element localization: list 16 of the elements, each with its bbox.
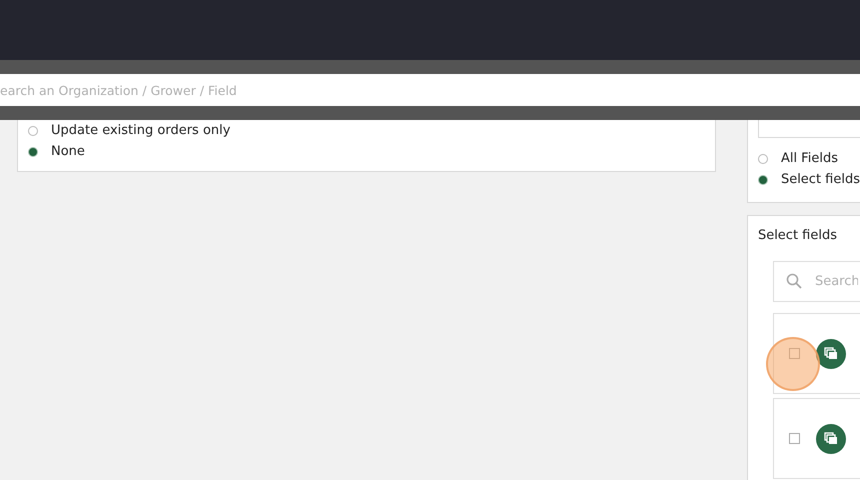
- layers-icon: [816, 338, 846, 368]
- layers-icon: [816, 424, 846, 454]
- radio-button[interactable]: [28, 126, 38, 136]
- radio-label: Select fields: [780, 172, 860, 187]
- radio-label: None: [51, 144, 85, 159]
- field-item[interactable]: [772, 313, 860, 394]
- checkbox[interactable]: [788, 348, 800, 359]
- section-title: Select fields: [758, 228, 838, 243]
- radio-button[interactable]: [758, 154, 768, 164]
- radio-button[interactable]: [758, 174, 768, 184]
- radio-label: All Fields: [780, 151, 838, 166]
- search-field[interactable]: earch an Organization / Grower / Field: [0, 74, 860, 106]
- radio-label: Update existing orders only: [51, 123, 230, 138]
- checkbox[interactable]: [788, 433, 800, 444]
- radio-button[interactable]: [28, 146, 38, 156]
- field-item[interactable]: [772, 398, 860, 479]
